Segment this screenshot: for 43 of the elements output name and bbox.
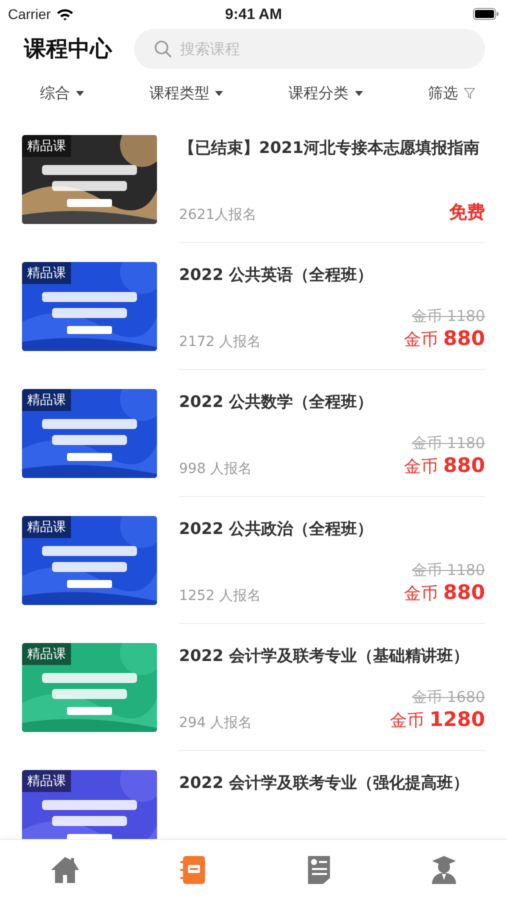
battery-icon — [473, 8, 499, 20]
graduate-icon — [430, 855, 457, 885]
wifi-icon — [56, 8, 74, 20]
price-label: 金币 880 — [404, 580, 485, 605]
price-label: 金币 880 — [404, 326, 485, 351]
course-badge: 精品课 — [22, 389, 71, 411]
course-title[interactable]: 2022 公共政治（全程班） — [179, 516, 485, 541]
original-price: 金币 1680 — [412, 688, 485, 707]
filter-dropdown[interactable]: 综合 — [40, 84, 84, 102]
enrollment-count: 294 人报名 — [179, 714, 252, 732]
status-time: 9:41 AM — [225, 6, 282, 22]
caret-icon — [76, 90, 84, 96]
filter-dropdown[interactable]: 筛选 — [428, 84, 475, 102]
enrollment-count: 1252 人报名 — [179, 587, 262, 605]
original-price: 金币 1180 — [412, 561, 485, 580]
course-title[interactable]: 2022 公共数学（全程班） — [179, 389, 485, 414]
caret-icon — [215, 90, 224, 96]
house-icon — [50, 856, 80, 884]
course-badge: 精品课 — [22, 643, 71, 665]
document-icon — [306, 855, 331, 885]
course-title[interactable]: 2022 会计学及联考专业（强化提高班） — [179, 770, 485, 795]
enrollment-count: 998 人报名 — [179, 460, 252, 478]
original-price: 金币 1180 — [412, 307, 485, 326]
funnel-icon — [464, 88, 475, 98]
course-badge: 精品课 — [22, 262, 71, 284]
original-price: 金币 1180 — [412, 434, 485, 453]
caret-icon — [354, 90, 363, 96]
course-badge: 精品课 — [22, 516, 71, 538]
course-title[interactable]: 2022 公共英语（全程班） — [179, 262, 485, 287]
carrier-name: Carrier — [8, 6, 51, 22]
enrollment-count: 2172 人报名 — [179, 333, 262, 351]
price-label: 金币 880 — [404, 453, 485, 478]
filter-dropdown[interactable]: 课程分类 — [288, 84, 363, 102]
notebook-icon — [180, 855, 206, 885]
price-label: 免费 — [449, 201, 485, 224]
price-label: 金币 1280 — [390, 707, 485, 732]
course-badge: 精品课 — [22, 135, 71, 157]
filter-dropdown[interactable]: 课程类型 — [149, 84, 224, 102]
course-badge: 精品课 — [22, 770, 71, 792]
enrollment-count: 2621人报名 — [179, 206, 257, 224]
course-title[interactable]: 【已结束】2021河北专接本志愿填报指南 — [179, 135, 485, 160]
page-title: 课程中心 — [24, 36, 112, 64]
course-title[interactable]: 2022 会计学及联考专业（基础精讲班） — [179, 643, 485, 668]
